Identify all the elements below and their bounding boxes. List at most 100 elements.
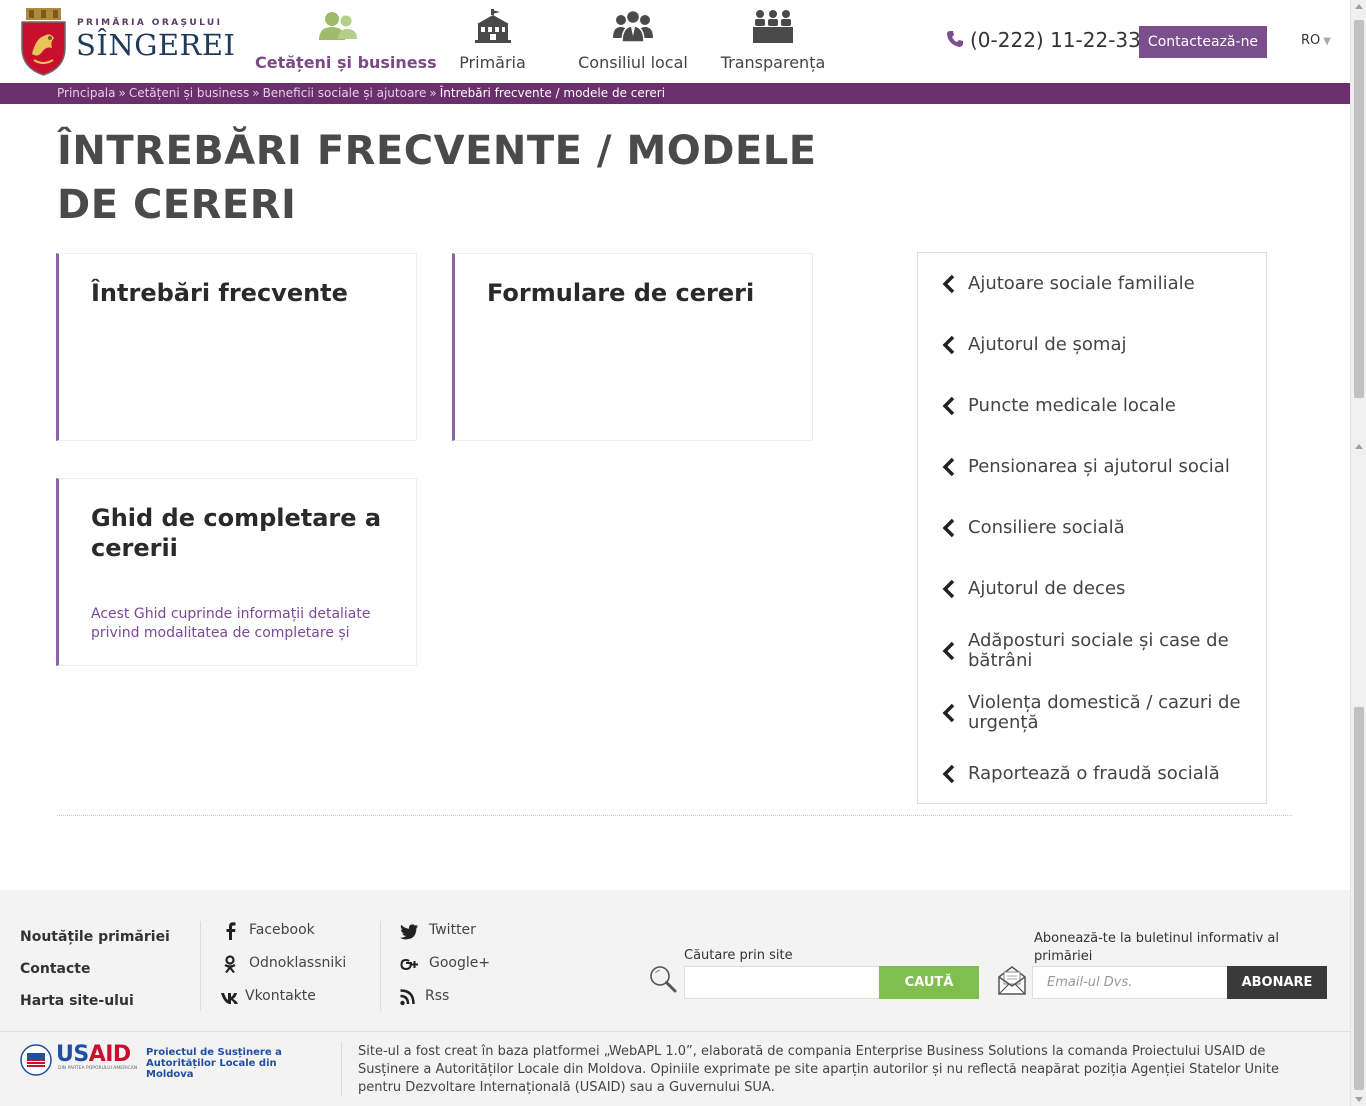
chevron-down-icon: ▼ [1323,36,1331,47]
language-label: RO [1301,33,1321,48]
chevron-left-icon [942,335,955,355]
facebook-icon [226,922,236,940]
sidebar-item-family-benefits[interactable]: Ajutoare sociale familiale [918,273,1266,295]
social-label: Google+ [429,955,491,971]
citizens-icon [318,12,357,40]
social-label: Twitter [429,922,476,938]
breadcrumb-separator: » [118,86,126,100]
sidebar-item-label: Adăposturi sociale și case de bătrâni [968,630,1229,671]
nav-label: Primăria [459,53,526,72]
vkontakte-icon [221,993,238,1004]
breadcrumb-home[interactable]: Principala [57,86,116,100]
page-title: ÎNTREBĂRI FRECVENTE / MODELE DE CERERI [57,128,817,228]
sidebar-item-label: Pensionarea și ajutorul social [968,456,1230,477]
contact-button[interactable]: Contactează-ne [1139,26,1267,58]
sidebar-item-label: Violența domestică / cazuri de urgență [968,692,1241,733]
card-faq[interactable]: Întrebări frecvente [56,253,417,441]
sidebar-item-medical-points[interactable]: Puncte medicale locale [918,395,1266,417]
email-input[interactable] [1032,966,1228,999]
council-icon [613,9,653,43]
footer-separator [200,921,201,1011]
social-label: Facebook [249,922,315,938]
breadcrumb-bar: Principala» Cetățeni și business» Benefici… [0,83,1350,104]
rss-icon [400,989,415,1006]
sidebar-item-label: Consiliere socială [968,517,1125,538]
twitter-icon [400,924,418,940]
scroll-up-icon[interactable] [1355,4,1363,9]
sidebar-item-label: Ajutoare sociale familiale [968,273,1195,294]
scroll-thumb[interactable] [1354,20,1364,398]
logo-subtitle: PRIMĂRIA ORAȘULUI [77,18,223,28]
site-header: PRIMĂRIA ORAȘULUI SÎNGEREI Cetățeni și b… [0,0,1350,83]
chevron-left-icon [942,579,955,599]
card-completion-guide[interactable]: Ghid de completare a cererii Acest Ghid … [56,478,417,666]
search-button[interactable]: CAUTĂ [879,966,979,999]
phone-number[interactable]: (0-222) 11-22-33 [946,28,1141,52]
google-plus-icon [400,958,418,971]
card-title: Ghid de completare a cererii [91,504,382,562]
nav-local-council[interactable]: Consiliul local [573,0,693,83]
sidebar-item-label: Puncte medicale locale [968,395,1176,416]
chevron-left-icon [942,457,955,477]
sidebar-item-label: Ajutorul de șomaj [968,334,1127,355]
breadcrumb-social-benefits[interactable]: Beneficii sociale și ajutoare [263,86,427,100]
sidebar-item-report-fraud[interactable]: Raportează o fraudă socială [918,763,1266,785]
chevron-left-icon [942,518,955,538]
language-selector[interactable]: RO ▼ [1301,33,1331,48]
sidebar-item-death-aid[interactable]: Ajutorul de deces [918,578,1266,600]
usaid-logo: USAID [56,1042,131,1067]
sidebar-item-shelters[interactable]: Adăposturi sociale și case de bătrâni [918,630,1266,672]
sidebar-item-unemployment[interactable]: Ajutorul de șomaj [918,334,1266,356]
scroll-thumb[interactable] [1354,707,1364,1090]
footer-link-news[interactable]: Noutățile primăriei [20,929,170,945]
chevron-left-icon [942,396,955,416]
scroll-down-icon[interactable] [1355,1097,1363,1102]
card-description: Acest Ghid cuprinde informații detaliate… [91,606,371,641]
sidebar-item-counseling[interactable]: Consiliere socială [918,517,1266,539]
footer-divider [0,1031,1350,1032]
nav-citizens-business[interactable]: Cetățeni și business [255,0,437,83]
social-label: Rss [425,988,450,1004]
chevron-left-icon [942,764,955,784]
breadcrumb-separator: » [252,86,260,100]
search-input[interactable] [684,966,880,999]
social-label: Vkontakte [245,988,316,1004]
footer-link-sitemap[interactable]: Harta site-ului [20,993,134,1009]
footer-link-contacts[interactable]: Contacte [20,961,91,977]
sidebar-item-domestic-violence[interactable]: Violența domestică / cazuri de urgență [918,692,1266,734]
scroll-up-icon[interactable] [1355,444,1363,449]
breadcrumb: Principala» Cetățeni și business» Benefici… [57,86,665,100]
credits-text: Site-ul a fost creat în baza platformei … [358,1044,1279,1095]
usaid-logo-text: USAID [56,1042,131,1067]
footer-separator [380,921,381,1011]
usaid-logo-accent: AID [88,1042,131,1067]
card-request-forms[interactable]: Formulare de cereri [452,253,813,441]
search-icon [650,966,677,993]
chevron-left-icon [942,641,955,661]
mail-icon [998,966,1026,995]
nav-transparency[interactable]: Transparența [713,0,833,83]
newsletter-label: Abonează-te la buletinul informativ al p… [1034,931,1279,964]
footer-separator [341,1042,342,1096]
odnoklassniki-icon [224,955,236,974]
social-label: Odnoklassniki [249,955,347,971]
project-name: Proiectul de Susținere a Autorităților L… [146,1047,282,1080]
chevron-left-icon [942,274,955,294]
scrollbar[interactable] [1350,0,1366,1106]
phone-text: (0-222) 11-22-33 [970,28,1141,52]
sidebar-item-pension[interactable]: Pensionarea și ajutorul social [918,456,1266,478]
nav-label: Cetățeni și business [255,53,437,72]
content-divider [57,815,1292,816]
sidebar-menu: Ajutoare sociale familiale Ajutorul de ș… [917,252,1267,804]
subscribe-button[interactable]: ABONARE [1227,966,1327,999]
card-title: Întrebări frecvente [91,279,348,307]
sidebar-item-label: Ajutorul de deces [968,578,1126,599]
logo-title: SÎNGEREI [76,28,236,62]
usaid-tagline: DIN PARTEA POPORULUI AMERICAN [58,1066,138,1071]
breadcrumb-separator: » [429,86,437,100]
site-logo[interactable]: PRIMĂRIA ORAȘULUI SÎNGEREI [20,6,235,78]
transparency-icon [753,10,793,43]
breadcrumb-citizens-business[interactable]: Cetățeni și business [129,86,249,100]
phone-icon [947,31,963,47]
nav-city-hall[interactable]: Primăria [445,0,540,83]
